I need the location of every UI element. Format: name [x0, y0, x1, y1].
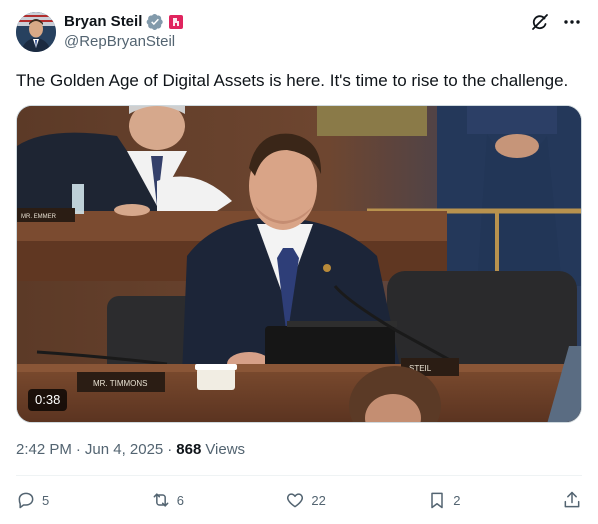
affiliation-badge-icon[interactable] — [168, 14, 184, 30]
action-bar: 5 6 22 2 — [16, 488, 582, 512]
grok-icon[interactable] — [530, 12, 550, 32]
like-count: 22 — [311, 492, 326, 508]
tweet-text: The Golden Age of Digital Assets is here… — [16, 71, 569, 90]
tweet-meta: 2:42 PM · Jun 4, 2025 · 868 Views — [16, 440, 245, 460]
video-duration-badge: 0:38 — [28, 389, 68, 411]
reply-icon — [16, 490, 36, 510]
more-icon[interactable] — [562, 12, 582, 32]
author-name-row: Bryan Steil — [64, 12, 184, 32]
meta-separator: · — [75, 441, 81, 458]
reply-button[interactable]: 5 — [16, 490, 49, 510]
views-count: 868 — [176, 441, 202, 458]
like-button[interactable]: 22 — [285, 490, 326, 510]
reply-count: 5 — [42, 492, 50, 508]
video-frame: MR. EMMER MR. TIMMONS STEIL — [17, 106, 581, 422]
video-player[interactable]: MR. EMMER MR. TIMMONS STEIL — [16, 105, 582, 423]
author-handle[interactable]: @RepBryanSteil — [64, 33, 175, 51]
like-icon — [285, 490, 305, 510]
display-name[interactable]: Bryan Steil — [64, 12, 142, 32]
avatar[interactable] — [16, 12, 56, 52]
repost-icon — [151, 490, 171, 510]
repost-count: 6 — [176, 492, 184, 508]
repost-button[interactable]: 6 — [151, 490, 184, 510]
verified-badge-icon[interactable] — [146, 13, 164, 31]
views-label: Views — [205, 441, 246, 458]
nameplate-emmer: MR. EMMER — [21, 214, 57, 220]
bookmark-button[interactable]: 2 — [427, 490, 461, 510]
tweet-time[interactable]: 2:42 PM — [16, 440, 72, 460]
tweet-top-actions — [530, 12, 582, 32]
bookmark-icon — [427, 490, 447, 510]
divider — [16, 475, 582, 476]
meta-separator: · — [167, 441, 173, 458]
tweet-date[interactable]: Jun 4, 2025 — [85, 440, 163, 460]
share-button[interactable] — [562, 490, 582, 510]
nameplate-timmons: MR. TIMMONS — [93, 379, 148, 388]
bookmark-count: 2 — [453, 492, 461, 508]
share-icon — [562, 490, 582, 510]
